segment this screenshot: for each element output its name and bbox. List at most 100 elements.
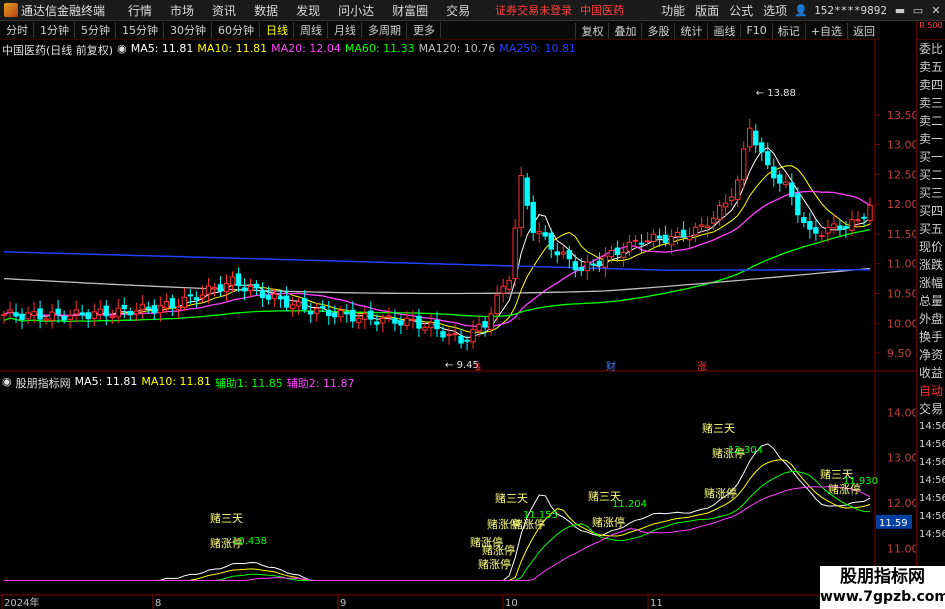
candle-body	[13, 312, 19, 317]
candle-body	[777, 174, 783, 184]
candle-body	[698, 224, 705, 227]
candle-body	[386, 315, 392, 318]
kline-chart[interactable]: 13.50 13.00 12.50 12.00 11.50 11.00 10.50 10.00…	[0, 40, 916, 609]
tick-time: 14:56	[919, 475, 945, 486]
candle-body	[1, 313, 7, 316]
candle-body	[542, 232, 548, 237]
period-1min[interactable]: 1分钟	[34, 22, 75, 38]
aux1-value: 辅助1: 11.85	[215, 377, 283, 390]
menu-item-ask[interactable]: 问小达	[329, 2, 383, 19]
menu-item-wealth[interactable]: 财富圈	[383, 2, 437, 19]
candle-body	[326, 309, 332, 317]
stats-button[interactable]: 统计	[674, 22, 707, 39]
candle-body	[19, 313, 25, 320]
login-warning[interactable]: 证券交易未登录	[495, 2, 572, 18]
candle-body	[620, 251, 627, 258]
menu-item-data[interactable]: 数据	[245, 2, 287, 19]
candle-body	[704, 225, 711, 228]
candle-body	[283, 295, 290, 308]
side-auto-button[interactable]: 自动	[917, 382, 945, 400]
event-marker: $	[475, 362, 481, 373]
overlay-button[interactable]: 叠加	[608, 22, 641, 39]
stock-name: 中国医药	[580, 4, 625, 17]
x-tick-label: 10	[505, 598, 518, 609]
sub-y-tick-label: 13.00	[887, 452, 916, 465]
menu-item-market[interactable]: 市场	[161, 2, 203, 19]
candle-body	[464, 339, 470, 342]
side-item-sell1: 卖一	[918, 132, 943, 146]
mark-button[interactable]: 标记	[771, 22, 805, 39]
maximize-icon[interactable]: ▭	[909, 4, 927, 17]
candle-body	[849, 219, 855, 231]
period-more[interactable]: 更多	[407, 22, 441, 38]
candle-body	[458, 335, 464, 344]
candle-body	[422, 326, 428, 331]
settings-icon-sub[interactable]: ◉	[2, 375, 12, 391]
menu-item-news[interactable]: 资讯	[203, 2, 245, 19]
menu-function[interactable]: 功能	[656, 2, 690, 19]
period-5min[interactable]: 5分钟	[75, 22, 116, 38]
candle-body	[867, 204, 873, 221]
multi-stock-button[interactable]: 多股	[641, 22, 674, 39]
side-item-buy2: 买二	[918, 168, 943, 182]
settings-icon[interactable]: ◉	[117, 42, 127, 58]
close-icon[interactable]: ✕	[927, 4, 945, 17]
menu-formula[interactable]: 公式	[724, 2, 758, 19]
menu-item-trade[interactable]: 交易	[437, 2, 479, 19]
y-tick-label: 11.50	[887, 228, 916, 241]
period-intraday[interactable]: 分时	[0, 22, 34, 38]
event-marker: 涨	[697, 361, 707, 373]
f10-button[interactable]: F10	[740, 24, 771, 37]
candle-body	[747, 127, 753, 148]
minimize-icon[interactable]: ▬	[891, 4, 909, 17]
candle-body	[25, 312, 31, 320]
candle-body	[488, 313, 494, 330]
period-daily[interactable]: 日线	[260, 22, 294, 38]
low-price-label: ← 9.45	[445, 360, 479, 371]
signal-annotation: 赌涨停	[482, 543, 515, 557]
menu-item-quotes[interactable]: 行情	[119, 2, 161, 19]
candle-body	[470, 328, 476, 343]
signal-annotation: 赌涨停	[478, 557, 511, 571]
restore-rights-button[interactable]: 复权	[575, 22, 608, 39]
candle-body	[43, 318, 49, 321]
x-tick-label: 2024年	[4, 596, 39, 609]
menu-item-discover[interactable]: 发现	[287, 2, 329, 19]
side-item-sell3: 卖三	[918, 96, 943, 110]
candle-body	[314, 307, 320, 314]
signal-value-label: 10.438	[232, 536, 267, 547]
candle-body	[332, 312, 338, 318]
back-button[interactable]: 返回	[847, 22, 880, 39]
signal-annotation: 赌三天	[495, 491, 528, 505]
period-15min[interactable]: 15分钟	[116, 22, 164, 38]
candle-body	[506, 279, 512, 290]
side-item-weibi: 委比	[918, 42, 943, 56]
menu-options[interactable]: 选项	[758, 2, 792, 19]
user-account[interactable]: 152****9892	[810, 4, 891, 17]
y-tick-label: 13.00	[887, 139, 916, 152]
period-30min[interactable]: 30分钟	[164, 22, 212, 38]
candle-body	[813, 227, 819, 234]
candle-body	[771, 166, 777, 179]
menu-right: 功能 版面 公式 选项 👤 152****9892 ▬ ▭ ✕	[656, 0, 945, 21]
candle-body	[374, 321, 380, 325]
side-item-sell2: 卖二	[918, 114, 943, 128]
candle-body	[753, 130, 759, 146]
period-monthly[interactable]: 月线	[328, 22, 362, 38]
period-weekly[interactable]: 周线	[294, 22, 328, 38]
menu-layout[interactable]: 版面	[690, 2, 724, 19]
candle-body	[199, 294, 206, 299]
side-trade-label[interactable]: 交易	[917, 400, 945, 418]
side-item-sell4: 卖四	[918, 78, 943, 92]
period-60min[interactable]: 60分钟	[212, 22, 260, 38]
draw-line-button[interactable]: 画线	[707, 22, 740, 39]
signal-annotation: 赌涨停	[704, 486, 737, 500]
y-tick-label: 13.50	[887, 109, 916, 122]
x-tick-label: 11	[650, 598, 663, 609]
candle-body	[145, 306, 152, 309]
current-value-label: 11.59	[879, 518, 908, 529]
user-icon[interactable]: 👤	[792, 4, 810, 17]
add-watchlist-button[interactable]: +自选	[804, 22, 847, 39]
candle-body	[722, 202, 729, 208]
period-multi[interactable]: 多周期	[362, 22, 407, 38]
